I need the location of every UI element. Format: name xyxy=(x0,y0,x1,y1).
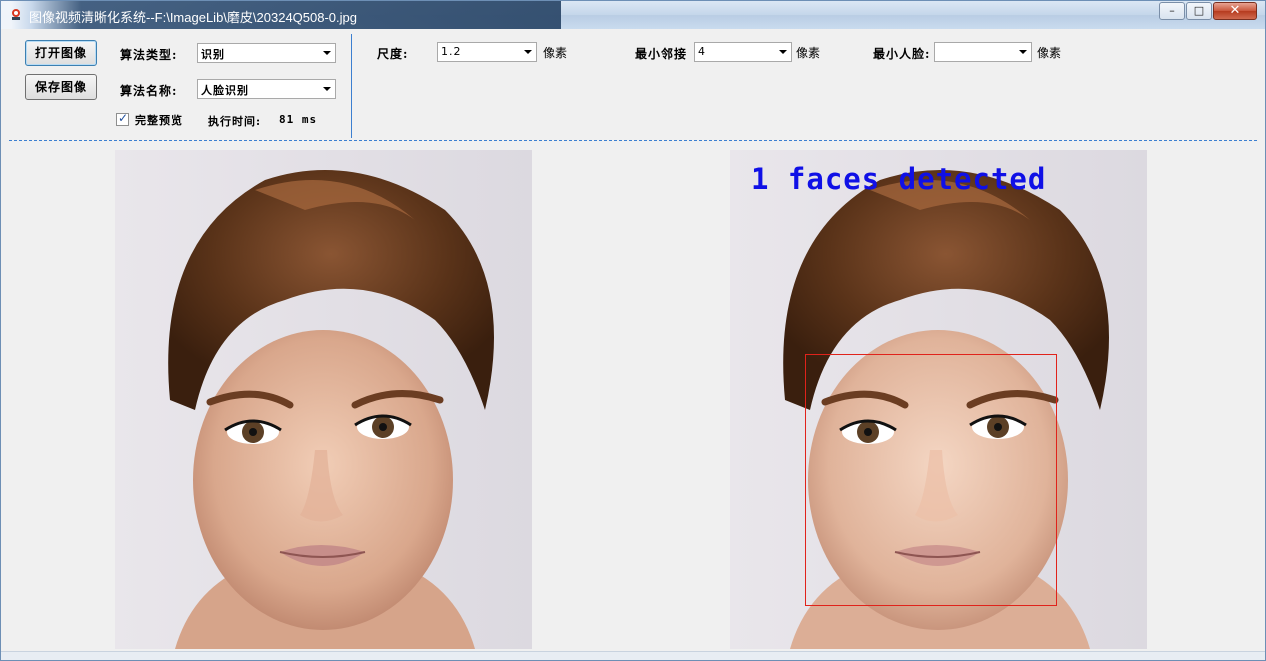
face-detection-box xyxy=(805,354,1057,606)
algo-name-select[interactable]: 人脸识别 xyxy=(197,79,336,99)
chevron-down-icon xyxy=(524,50,532,54)
check-icon: ✓ xyxy=(118,111,129,125)
scale-label: 尺度: xyxy=(377,47,409,61)
exec-time-value: 81 ms xyxy=(279,113,318,126)
min-neighbors-value: 4 xyxy=(698,45,706,58)
chevron-down-icon xyxy=(1019,50,1027,54)
minimize-icon: – xyxy=(1169,4,1175,17)
chevron-down-icon xyxy=(323,87,331,91)
horizontal-divider xyxy=(9,140,1257,141)
maximize-button[interactable]: □ xyxy=(1186,2,1212,20)
vertical-divider xyxy=(351,34,352,138)
algo-name-value: 人脸识别 xyxy=(201,84,249,97)
portrait-photo xyxy=(115,150,532,649)
close-icon: ✕ xyxy=(1229,3,1241,18)
toolbar: 打开图像 保存图像 算法类型: 识别 算法名称: 人脸识别 ✓ 完整预览 执行时… xyxy=(1,30,1265,141)
algo-name-label: 算法名称: xyxy=(120,84,178,98)
app-icon xyxy=(12,9,20,20)
min-face-label: 最小人脸: xyxy=(873,47,931,61)
full-preview-checkbox[interactable]: ✓ xyxy=(116,111,129,126)
app-window: 图像视频清晰化系统--F:\ImageLib\磨皮\20324Q508-0.jp… xyxy=(0,0,1266,661)
save-image-button[interactable]: 保存图像 xyxy=(25,74,97,100)
full-preview-label: 完整预览 xyxy=(135,114,183,127)
algo-type-label: 算法类型: xyxy=(120,48,178,62)
min-neighbors-label: 最小邻接 xyxy=(635,47,688,61)
result-image: 1 faces detected xyxy=(730,150,1147,649)
min-face-unit: 像素 xyxy=(1037,46,1062,60)
scale-unit: 像素 xyxy=(543,46,568,60)
status-bar xyxy=(1,651,1265,660)
window-controls: – □ ✕ xyxy=(1158,2,1257,20)
chevron-down-icon xyxy=(323,51,331,55)
algo-type-select[interactable]: 识别 xyxy=(197,43,336,63)
title-bar[interactable]: 图像视频清晰化系统--F:\ImageLib\磨皮\20324Q508-0.jp… xyxy=(1,1,1265,29)
scale-select[interactable]: 1.2 xyxy=(437,42,537,62)
maximize-icon: □ xyxy=(1193,4,1205,17)
detection-overlay-text: 1 faces detected xyxy=(751,162,1047,196)
algo-type-value: 识别 xyxy=(201,48,225,61)
window-title: 图像视频清晰化系统--F:\ImageLib\磨皮\20324Q508-0.jp… xyxy=(29,10,357,25)
scale-value: 1.2 xyxy=(441,45,462,58)
open-image-button[interactable]: 打开图像 xyxy=(25,40,97,66)
source-image xyxy=(115,150,532,649)
min-face-select[interactable] xyxy=(934,42,1032,62)
minimize-button[interactable]: – xyxy=(1159,2,1185,20)
min-neighbors-unit: 像素 xyxy=(796,46,821,60)
close-button[interactable]: ✕ xyxy=(1213,2,1257,20)
exec-time-label: 执行时间: xyxy=(208,115,262,128)
min-neighbors-select[interactable]: 4 xyxy=(694,42,792,62)
chevron-down-icon xyxy=(779,50,787,54)
